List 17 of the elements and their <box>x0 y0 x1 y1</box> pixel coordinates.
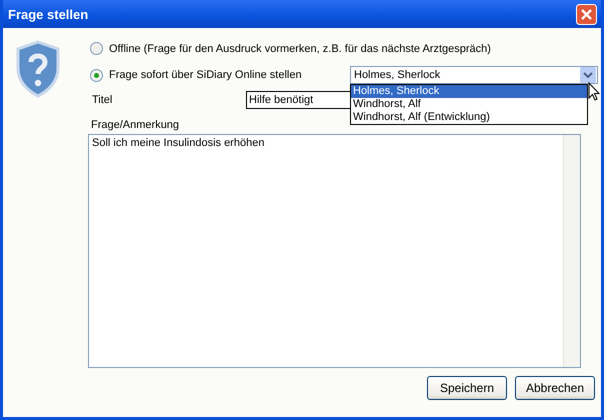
field-label: Frage/Anmerkung <box>91 119 180 131</box>
save-button[interactable]: Speichern <box>427 376 507 400</box>
scroll-bar[interactable] <box>563 135 580 367</box>
dropdown-option[interactable]: Holmes, Sherlock <box>351 85 587 98</box>
radio-label: Offline (Frage für den Ausdruck vormerken, z.B. für das nächste Arztgespräch) <box>109 42 491 54</box>
close-icon[interactable] <box>576 4 597 24</box>
radio-label: Frage sofort über SiDiary Online stellen <box>109 69 303 81</box>
radio-button[interactable] <box>90 42 103 55</box>
note-text-area[interactable]: Soll ich meine Insulindosis erhöhen <box>88 134 581 368</box>
dropdown-option[interactable]: Windhorst, Alf (Entwicklung) <box>351 111 587 124</box>
shield-question-icon <box>14 40 62 98</box>
note-text: Soll ich meine Insulindosis erhöhen <box>91 136 266 151</box>
window-title: Frage stellen <box>8 6 88 22</box>
recipient-dropdown[interactable]: Holmes, Sherlock <box>350 66 598 84</box>
cancel-button[interactable]: Abbrechen <box>515 376 595 400</box>
radio-button[interactable] <box>90 68 103 82</box>
field-label: Titel <box>92 94 114 106</box>
